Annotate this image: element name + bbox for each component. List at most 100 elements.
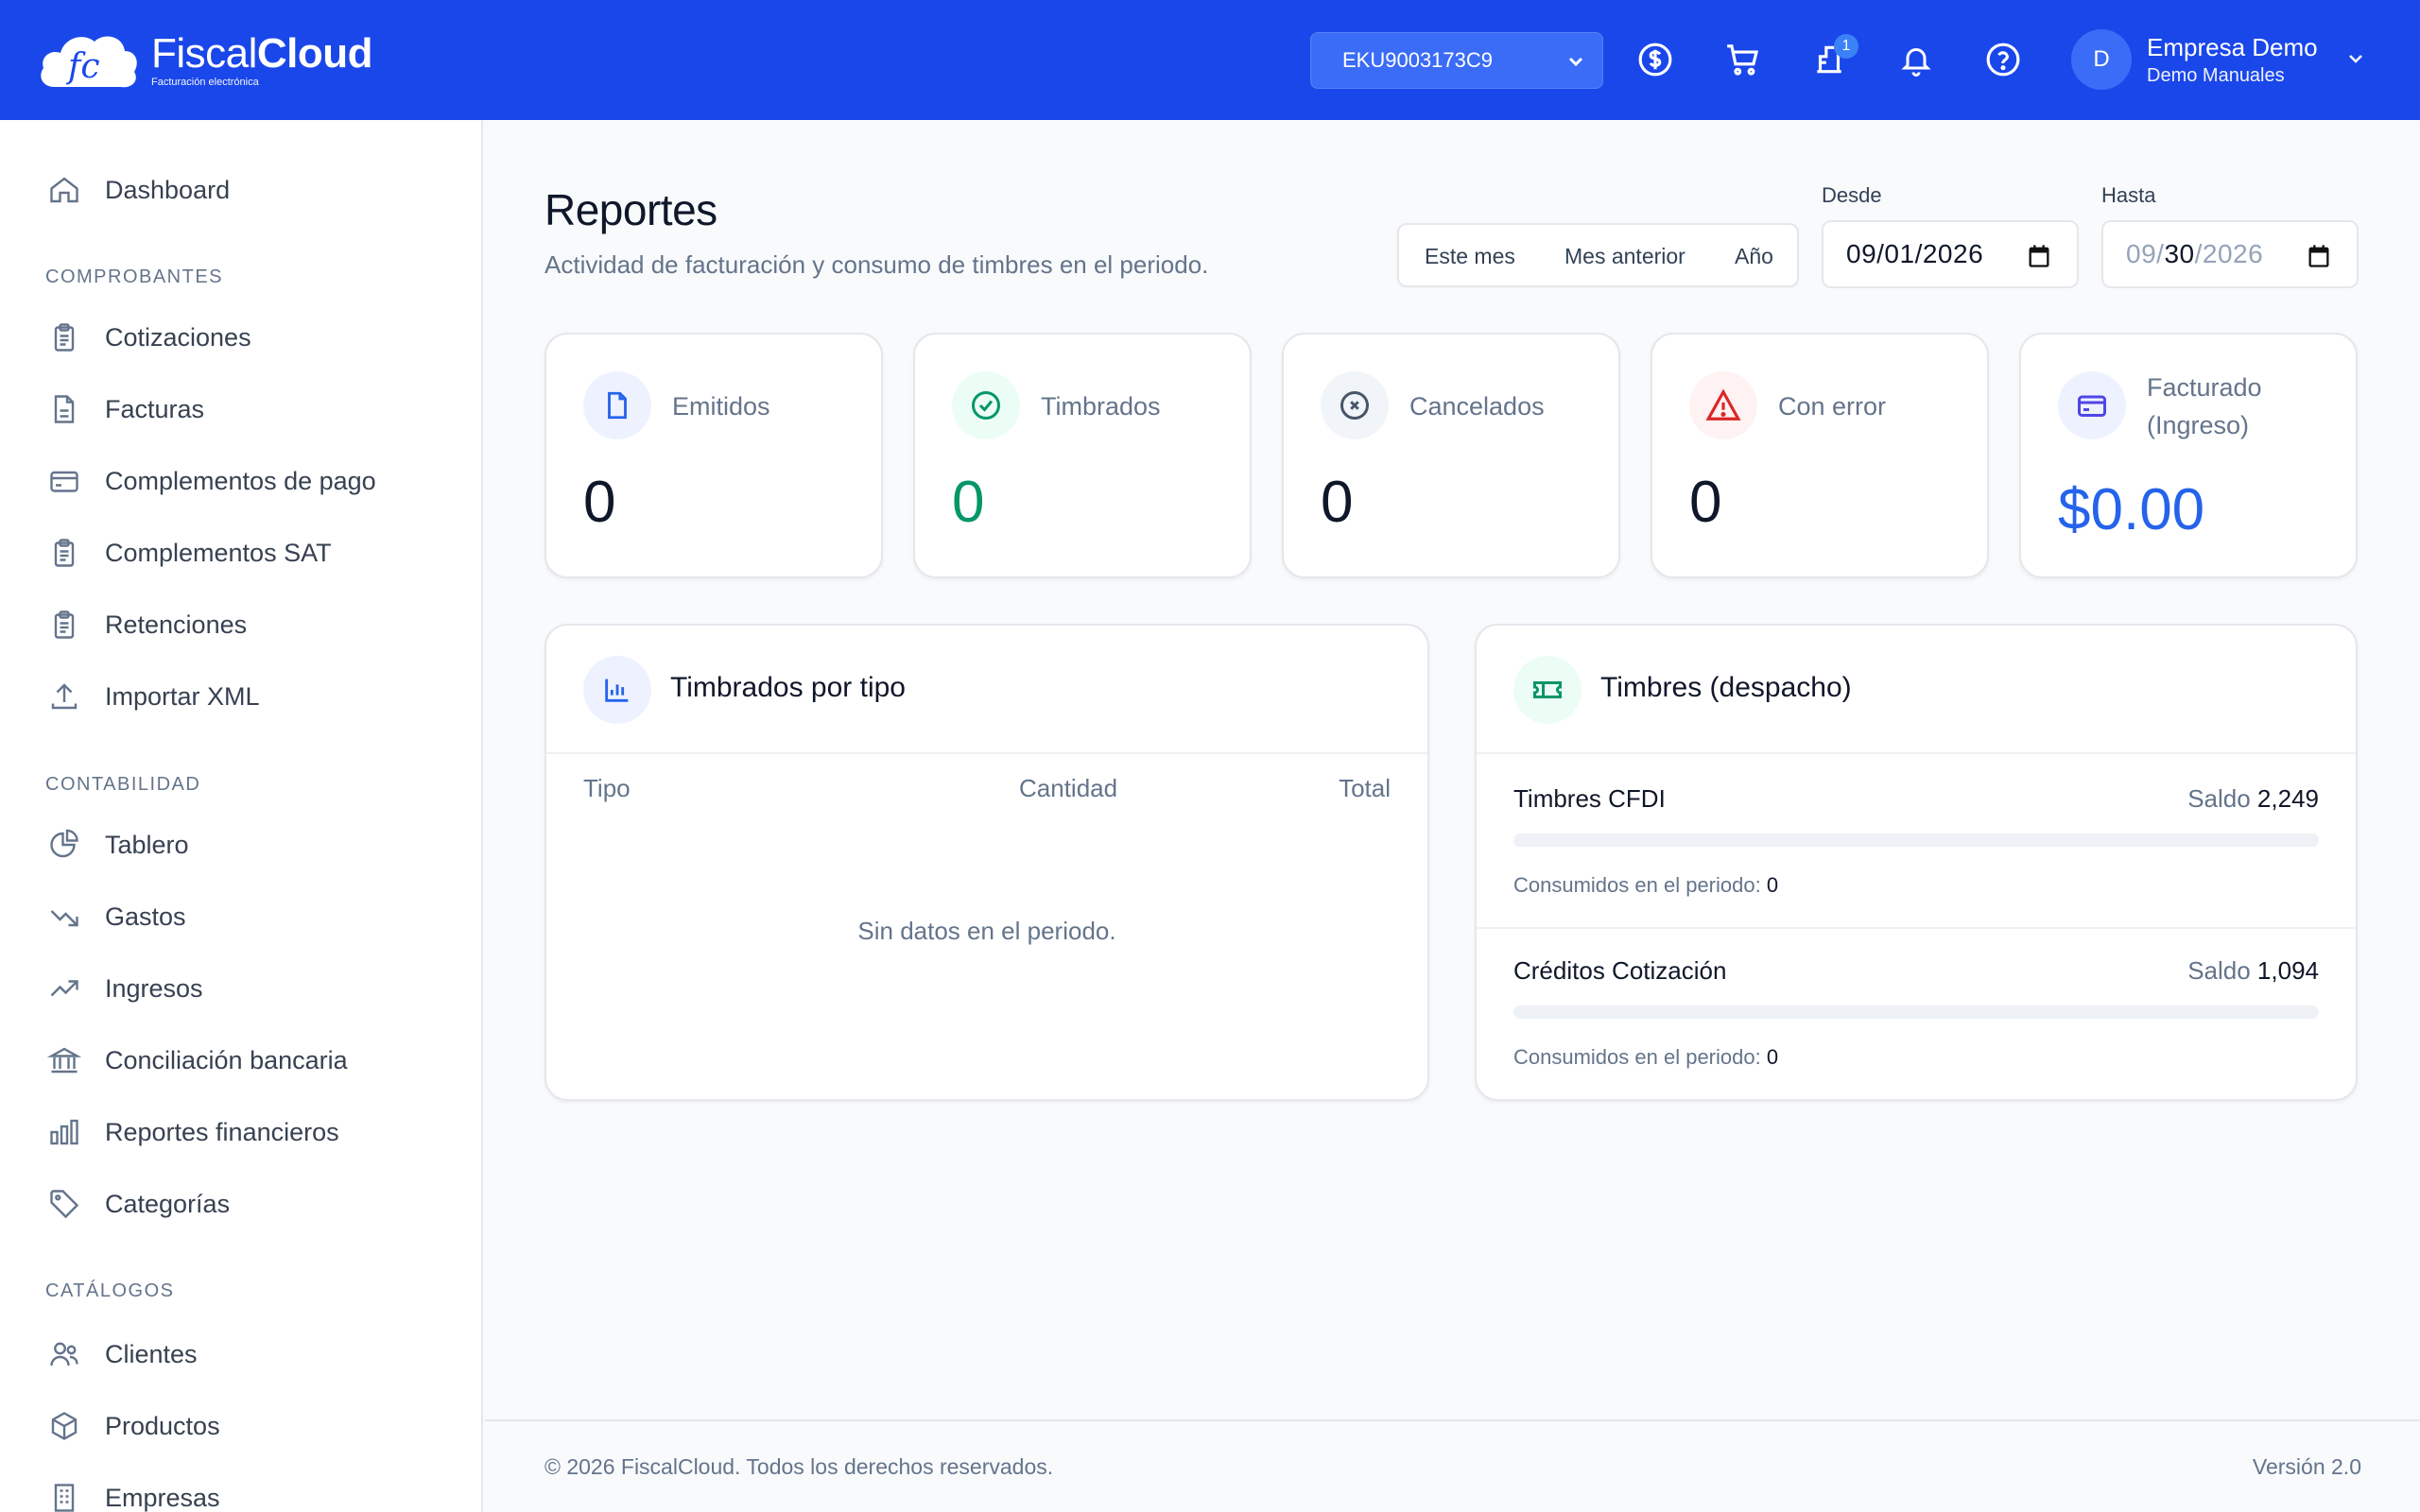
document-icon [583, 371, 651, 439]
upload-icon [45, 678, 83, 715]
sidebar: Dashboard COMPROBANTES Cotizaciones Fact… [0, 120, 483, 1512]
sidebar-item-gastos[interactable]: Gastos [45, 896, 186, 937]
calendar-icon[interactable] [2306, 243, 2332, 269]
clipboard-icon [45, 318, 83, 356]
home-icon [45, 171, 83, 209]
footer-version: Versión 2.0 [2252, 1454, 2361, 1479]
ticket-icon [1513, 656, 1582, 724]
sidebar-item-label: Ingresos [105, 973, 203, 1003]
sidebar-item-tablero[interactable]: Tablero [45, 824, 189, 866]
svg-text:fc: fc [65, 47, 100, 86]
sidebar-item-empresas[interactable]: Empresas [45, 1477, 220, 1512]
sidebar-item-label: Productos [105, 1411, 220, 1440]
range-selector: Este mes Mes anterior Año [1397, 223, 1799, 287]
user-menu[interactable]: D Empresa Demo Demo Manuales [2071, 29, 2318, 90]
sidebar-item-label: Conciliación bancaria [105, 1045, 348, 1074]
range-mes-anterior-button[interactable]: Mes anterior [1564, 244, 1685, 269]
billing-dollar-icon[interactable] [1635, 40, 1675, 79]
cart-icon[interactable] [1722, 40, 1762, 79]
sidebar-item-productos[interactable]: Productos [45, 1405, 220, 1447]
sidebar-item-categorias[interactable]: Categorías [45, 1183, 230, 1225]
sidebar-item-reportes-financieros[interactable]: Reportes financieros [45, 1111, 339, 1153]
sidebar-item-cotizaciones[interactable]: Cotizaciones [45, 317, 251, 358]
stat-value: 0 [1689, 470, 1722, 535]
page-title: Reportes [544, 185, 717, 234]
consumidos-label: Consumidos en el periodo: [1513, 873, 1761, 897]
building-icon [45, 1479, 83, 1512]
tag-icon [45, 1185, 83, 1223]
document-icon [45, 390, 83, 428]
sidebar-item-dashboard[interactable]: Dashboard [45, 169, 230, 211]
hasta-date-year: 2026 [2202, 239, 2264, 268]
x-circle-icon [1321, 371, 1389, 439]
stat-label: Con error [1778, 392, 1887, 421]
help-icon[interactable] [1983, 40, 2023, 79]
rfc-select-value: EKU9003173C9 [1342, 48, 1494, 72]
consumption-bar [1513, 833, 2319, 847]
logo-tagline: Facturación electrónica [151, 77, 259, 88]
rfc-select[interactable]: EKU9003173C9 [1310, 32, 1603, 89]
sidebar-item-label: Empresas [105, 1483, 220, 1512]
saldo-value: 2,249 [2256, 784, 2319, 813]
divider [1477, 927, 2356, 929]
sidebar-item-clientes[interactable]: Clientes [45, 1333, 198, 1375]
empty-message: Sin datos en el periodo. [857, 917, 1116, 945]
stat-label: Cancelados [1409, 392, 1545, 421]
column-header-total[interactable]: Total [1339, 774, 1391, 803]
sidebar-item-facturas[interactable]: Facturas [45, 388, 204, 430]
stat-card-emitidos: Emitidos 0 [544, 333, 883, 578]
stat-value: $0.00 [2058, 477, 2205, 542]
timbres-icon[interactable]: 1 [1809, 34, 1858, 79]
saldo-label: Saldo [2187, 956, 2251, 985]
sidebar-item-ingresos[interactable]: Ingresos [45, 968, 203, 1009]
panel-title: Timbrados por tipo [670, 672, 906, 703]
sidebar-item-complementos-sat[interactable]: Complementos SAT [45, 532, 332, 574]
column-header-tipo[interactable]: Tipo [583, 774, 631, 803]
sidebar-item-complementos-pago[interactable]: Complementos de pago [45, 460, 376, 502]
panel-timbrados-por-tipo: Timbrados por tipo Tipo Cantidad Total S… [544, 624, 1429, 1101]
box-icon [45, 1407, 83, 1445]
sidebar-item-label: Reportes financieros [105, 1117, 339, 1146]
user-menu-chevron-icon[interactable] [2344, 47, 2367, 70]
desde-label: Desde [1822, 183, 1882, 207]
hasta-date-sep: / [2194, 239, 2203, 268]
saldo-value: 1,094 [2256, 956, 2319, 985]
sidebar-item-conciliacion[interactable]: Conciliación bancaria [45, 1040, 348, 1081]
sidebar-item-label: Dashboard [105, 175, 231, 204]
sidebar-item-retenciones[interactable]: Retenciones [45, 604, 247, 645]
stat-card-facturado: Facturado (Ingreso) $0.00 [2019, 333, 2358, 578]
hasta-date-input[interactable]: 09/30/2026 [2101, 220, 2359, 288]
section-comprobantes: COMPROBANTES [45, 266, 224, 287]
sidebar-item-label: Tablero [105, 830, 189, 859]
timbres-item-saldo: Saldo 1,094 [2187, 956, 2319, 986]
sidebar-item-label: Cotizaciones [105, 322, 251, 352]
range-este-mes-button[interactable]: Este mes [1425, 244, 1515, 269]
desde-date-input[interactable]: 09/01/2026 [1822, 220, 2079, 288]
panel-timbres-despacho: Timbres (despacho) Timbres CFDI Saldo 2,… [1475, 624, 2358, 1101]
clipboard-icon [45, 534, 83, 572]
sidebar-item-importar-xml[interactable]: Importar XML [45, 676, 260, 717]
hasta-label: Hasta [2101, 183, 2156, 207]
logo-name-bold: Cloud [256, 30, 373, 77]
stat-card-con-error: Con error 0 [1651, 333, 1989, 578]
bell-icon[interactable] [1896, 40, 1936, 79]
range-ano-button[interactable]: Año [1735, 244, 1773, 269]
logo-name-light: Fiscal [151, 30, 257, 77]
consumidos-label: Consumidos en el periodo: [1513, 1045, 1761, 1069]
consumption-bar [1513, 1005, 2319, 1019]
calendar-icon[interactable] [2026, 243, 2052, 269]
warning-icon [1689, 371, 1757, 439]
timbres-item-consumidos: Consumidos en el periodo: 0 [1513, 1045, 1778, 1070]
users-icon [45, 1335, 83, 1373]
timbres-item-name: Timbres CFDI [1513, 784, 1666, 813]
saldo-label: Saldo [2187, 784, 2251, 813]
page-subtitle: Actividad de facturación y consumo de ti… [544, 250, 1209, 279]
logo[interactable]: fc FiscalCloud Facturación electrónica [36, 28, 373, 93]
panel-title: Timbres (despacho) [1600, 672, 1852, 703]
top-bar: fc FiscalCloud Facturación electrónica E… [0, 0, 2420, 120]
column-header-cantidad[interactable]: Cantidad [1019, 774, 1117, 803]
avatar: D [2071, 29, 2132, 90]
stat-label-line: Facturado [2147, 373, 2262, 402]
user-subtitle: Demo Manuales [2147, 64, 2285, 86]
stat-label: Timbrados [1041, 392, 1161, 421]
